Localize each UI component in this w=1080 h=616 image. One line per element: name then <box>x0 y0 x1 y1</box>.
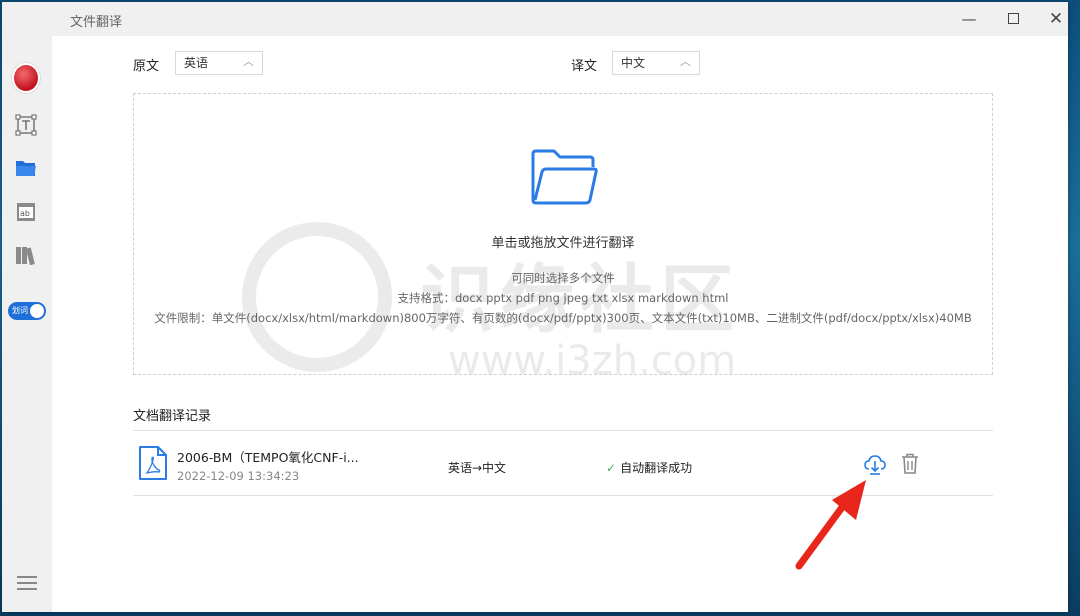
drop-zone-limits: 文件限制：单文件(docx/xlsx/html/markdown)800万字符、… <box>154 311 972 325</box>
text-frame-icon <box>15 114 37 136</box>
folder-icon <box>16 161 36 176</box>
pdf-file-icon <box>139 446 167 480</box>
image-text-icon: ab <box>17 203 35 221</box>
target-lang-select[interactable]: 中文 ︿ <box>612 51 700 75</box>
record-status-text: 自动翻译成功 <box>620 461 693 475</box>
close-icon: ✕ <box>1048 9 1064 29</box>
menu-icon <box>17 576 37 578</box>
maximize-icon <box>1007 13 1019 24</box>
chevron-up-icon: ︿ <box>243 55 254 68</box>
sidebar-item-profile[interactable] <box>12 63 40 93</box>
record-status: ✓ 自动翻译成功 <box>606 459 692 476</box>
chevron-up-icon: ︿ <box>680 55 691 68</box>
sidebar-item-text-translate[interactable] <box>12 111 40 139</box>
delete-button[interactable] <box>900 452 920 476</box>
minimize-icon: — <box>961 10 977 28</box>
divider <box>133 430 993 431</box>
menu-button[interactable] <box>17 576 37 594</box>
maximize-button[interactable] <box>1002 8 1024 30</box>
file-drop-zone[interactable]: 单击或拖放文件进行翻译 可同时选择多个文件 支持格式：docx pptx pdf… <box>133 93 993 375</box>
source-lang-select[interactable]: 英语 ︿ <box>175 51 263 75</box>
avatar <box>12 63 40 93</box>
svg-text:ab: ab <box>20 209 30 218</box>
file-translate-window: 文件翻译 — ✕ ab 划词 原文 英语 ︿ 译文 中文 ︿ 单击或拖放文件进行… <box>2 2 1068 612</box>
toggle-knob <box>30 304 44 318</box>
window-title: 文件翻译 <box>70 15 123 30</box>
sidebar-item-image-translate[interactable]: ab <box>12 198 40 226</box>
drop-zone-formats: 支持格式：docx pptx pdf png jpeg txt xlsx mar… <box>397 291 729 305</box>
sidebar-item-file-translate[interactable] <box>12 154 40 182</box>
trash-icon <box>902 453 918 474</box>
target-lang-value: 中文 <box>621 56 646 70</box>
minimize-button[interactable]: — <box>958 8 980 30</box>
record-lang-pair: 英语→中文 <box>448 461 507 475</box>
annotation-arrow-icon <box>795 480 866 570</box>
record-date: 2022-12-09 13:34:23 <box>177 469 300 483</box>
close-button[interactable]: ✕ <box>1045 8 1067 30</box>
source-lang-label: 原文 <box>133 59 160 74</box>
open-folder-icon <box>531 149 598 205</box>
title-bar: 文件翻译 — ✕ <box>2 2 1068 36</box>
books-icon <box>16 247 35 265</box>
sidebar-item-library[interactable] <box>12 241 40 269</box>
toggle-label: 划词 <box>12 306 28 315</box>
word-lookup-toggle[interactable]: 划词 <box>8 302 46 320</box>
check-icon: ✓ <box>606 461 617 475</box>
sidebar: ab 划词 <box>2 36 52 612</box>
source-lang-value: 英语 <box>184 56 209 70</box>
drop-zone-title: 单击或拖放文件进行翻译 <box>491 236 635 251</box>
drop-zone-multi-hint: 可同时选择多个文件 <box>511 271 615 285</box>
target-lang-label: 译文 <box>571 59 598 74</box>
record-file-name[interactable]: 2006-BM（TEMPO氧化CNF-i... <box>177 447 359 466</box>
records-title: 文档翻译记录 <box>133 409 212 424</box>
